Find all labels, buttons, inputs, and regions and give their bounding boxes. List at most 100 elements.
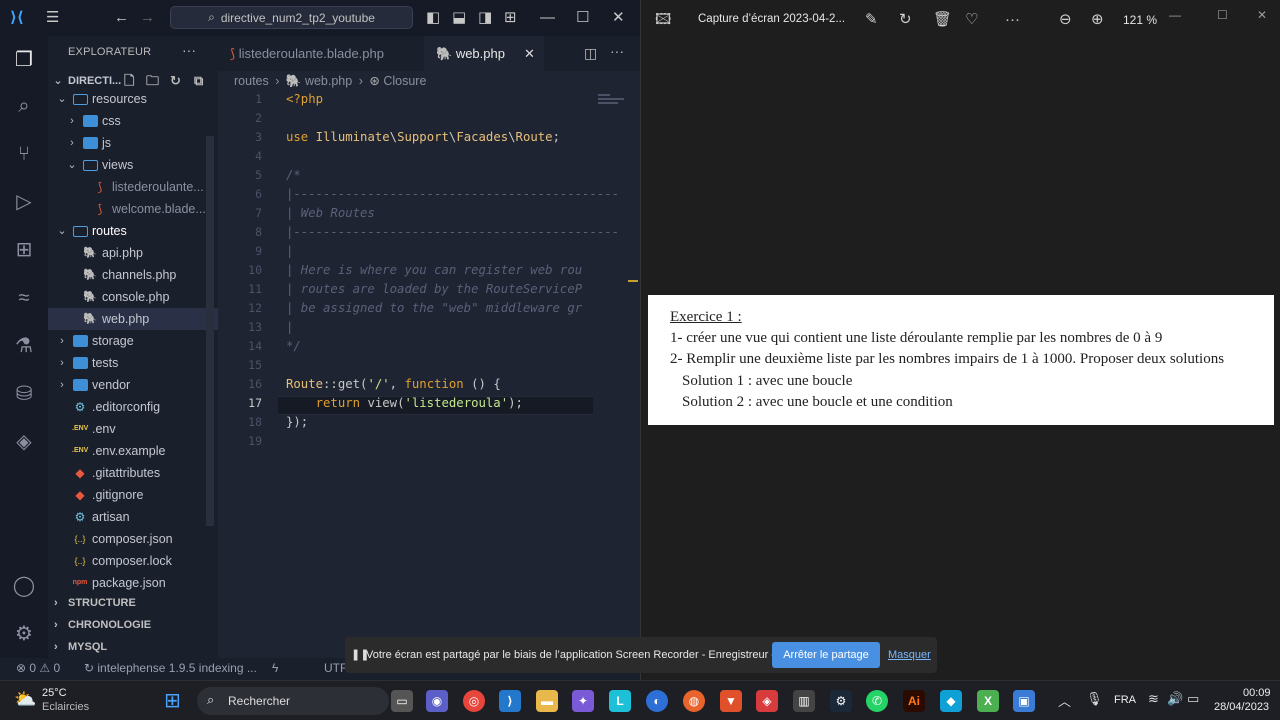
- sparkle-app-icon[interactable]: ✦: [572, 690, 594, 712]
- extensions-icon[interactable]: ⊞: [10, 236, 38, 264]
- back-arrow-icon[interactable]: ←: [114, 8, 129, 28]
- microphone-icon[interactable]: 🎙: [1086, 691, 1103, 707]
- remote-icon[interactable]: ≈: [10, 284, 38, 312]
- tree-item[interactable]: ⌄ views: [48, 154, 218, 176]
- app-icon-2[interactable]: ◆: [940, 690, 962, 712]
- sidebar-scrollbar[interactable]: [206, 136, 214, 526]
- code-line[interactable]: |---------------------------------------…: [286, 187, 619, 201]
- tree-item[interactable]: 🐘 web.php: [48, 308, 218, 330]
- tree-item[interactable]: ⟆ welcome.blade...: [48, 198, 218, 220]
- testing-icon[interactable]: ⚗: [10, 332, 38, 360]
- delete-icon[interactable]: 🗑: [933, 11, 952, 29]
- chevron-up-icon[interactable]: ︿: [1058, 691, 1071, 710]
- volume-icon[interactable]: 🔊: [1167, 691, 1183, 707]
- code-line[interactable]: */: [286, 339, 301, 353]
- zoom-out-icon[interactable]: ⊖: [1059, 11, 1072, 29]
- brave-icon[interactable]: ▼: [720, 690, 742, 712]
- tree-item[interactable]: npm package.json: [48, 572, 218, 594]
- tree-item[interactable]: ◆ .gitignore: [48, 484, 218, 506]
- section-chronologie[interactable]: › CHRONOLOGIE: [48, 614, 218, 636]
- tree-item[interactable]: .ENV .env: [48, 418, 218, 440]
- taskbar-search[interactable]: ⌕ Rechercher: [197, 687, 389, 715]
- code-line[interactable]: |: [286, 320, 293, 334]
- toggle-panel-icon[interactable]: ⬓: [452, 8, 466, 28]
- clock-time[interactable]: 00:09: [1243, 687, 1271, 699]
- code-line[interactable]: | Web Routes: [286, 206, 375, 220]
- tree-item[interactable]: › tests: [48, 352, 218, 374]
- breadcrumb-closure[interactable]: Closure: [383, 74, 426, 88]
- menu-icon[interactable]: ☰: [46, 8, 59, 28]
- edge-icon[interactable]: ◐: [646, 690, 668, 712]
- whatsapp-icon[interactable]: ✆: [866, 690, 888, 712]
- tree-item[interactable]: 🐘 channels.php: [48, 264, 218, 286]
- clock-date[interactable]: 28/04/2023: [1214, 701, 1269, 713]
- more-actions-icon[interactable]: ···: [182, 42, 196, 58]
- lightning-icon[interactable]: ϟ: [272, 661, 278, 675]
- tree-item[interactable]: 🐘 api.php: [48, 242, 218, 264]
- forward-arrow-icon[interactable]: →: [140, 8, 155, 28]
- layers-icon[interactable]: ◈: [10, 428, 38, 456]
- toggle-secondary-sidebar-icon[interactable]: ◨: [478, 8, 492, 28]
- edit-image-icon[interactable]: ✎: [865, 11, 878, 29]
- hide-link[interactable]: Masquer: [888, 649, 931, 661]
- section-structure[interactable]: › STRUCTURE: [48, 592, 218, 614]
- tab-web-php[interactable]: 🐘 web.php ✕: [424, 36, 544, 71]
- illustrator-icon[interactable]: Ai: [903, 690, 925, 712]
- windows-start-icon[interactable]: ⊞: [164, 688, 181, 713]
- toggle-sidebar-icon[interactable]: ◧: [426, 8, 440, 28]
- tree-item[interactable]: {..} composer.json: [48, 528, 218, 550]
- teams-chat-icon[interactable]: ◉: [426, 690, 448, 712]
- code-line[interactable]: });: [286, 415, 308, 429]
- firefox-icon[interactable]: ◍: [683, 690, 705, 712]
- explorer-icon[interactable]: ❐: [10, 46, 38, 74]
- rotate-icon[interactable]: ↻: [899, 11, 912, 29]
- breadcrumb-routes[interactable]: routes: [234, 74, 269, 88]
- code-line[interactable]: use Illuminate\Support\Facades\Route;: [286, 130, 560, 144]
- maximize-icon[interactable]: ☐: [1217, 6, 1228, 24]
- tree-item[interactable]: ⚙ .editorconfig: [48, 396, 218, 418]
- app-icon-4[interactable]: ▣: [1013, 690, 1035, 712]
- l-app-icon[interactable]: L: [609, 690, 631, 712]
- more-options-icon[interactable]: ···: [1005, 11, 1020, 29]
- chrome-icon[interactable]: ◎: [463, 690, 485, 712]
- code-line[interactable]: Route::get('/', function () {: [286, 377, 501, 391]
- source-control-icon[interactable]: ⑂: [10, 140, 38, 168]
- app-icon-3[interactable]: X: [977, 690, 999, 712]
- code-line[interactable]: |: [286, 244, 293, 258]
- language-indicator[interactable]: FRA: [1114, 694, 1136, 706]
- settings-gear-icon[interactable]: ⚙: [10, 620, 38, 648]
- tree-item[interactable]: 🐘 console.php: [48, 286, 218, 308]
- file-explorer-icon[interactable]: ▬: [536, 690, 558, 712]
- code-line[interactable]: | Here is where you can register web rou: [286, 263, 582, 277]
- code-line[interactable]: | be assigned to the "web" middleware gr: [286, 301, 582, 315]
- wifi-icon[interactable]: ≋: [1148, 691, 1159, 707]
- tree-item[interactable]: ⌄ resources: [48, 88, 218, 110]
- code-line[interactable]: | routes are loaded by the RouteServiceP: [286, 282, 582, 296]
- more-actions-icon[interactable]: ···: [610, 43, 624, 59]
- battery-icon[interactable]: ▭: [1187, 691, 1199, 707]
- tree-item[interactable]: .ENV .env.example: [48, 440, 218, 462]
- code-line[interactable]: /*: [286, 168, 301, 182]
- tree-item[interactable]: ⚙ artisan: [48, 506, 218, 528]
- indexing-status[interactable]: ↻ intelephense 1.9.5 indexing ...: [84, 661, 257, 675]
- tree-item[interactable]: › css: [48, 110, 218, 132]
- code-line[interactable]: return view('listederoula');: [286, 396, 523, 410]
- minimize-icon[interactable]: —: [540, 8, 555, 28]
- zoom-in-icon[interactable]: ⊕: [1091, 11, 1104, 29]
- run-debug-icon[interactable]: ▷: [10, 188, 38, 216]
- encoding-status[interactable]: UTF: [324, 661, 347, 675]
- account-icon[interactable]: ◯: [10, 572, 38, 600]
- tree-item[interactable]: ⟆ listederoulante...: [48, 176, 218, 198]
- customize-layout-icon[interactable]: ⊞: [504, 8, 517, 28]
- tab-listederoulante[interactable]: ⟆ listederoulante.blade.php: [218, 36, 418, 71]
- task-view-icon[interactable]: ▭: [391, 690, 413, 712]
- favorite-heart-icon[interactable]: ♡: [965, 11, 978, 29]
- section-mysql[interactable]: › MYSQL: [48, 636, 218, 658]
- tree-item[interactable]: ⌄ routes: [48, 220, 218, 242]
- breadcrumb-file[interactable]: web.php: [305, 74, 352, 88]
- tree-item[interactable]: ◆ .gitattributes: [48, 462, 218, 484]
- problems-indicator[interactable]: ⊗ 0 ⚠ 0: [16, 661, 60, 675]
- steam-icon[interactable]: ⚙: [830, 690, 852, 712]
- close-tab-icon[interactable]: ✕: [524, 36, 535, 71]
- vscode-taskbar-icon[interactable]: ⟩: [499, 690, 521, 712]
